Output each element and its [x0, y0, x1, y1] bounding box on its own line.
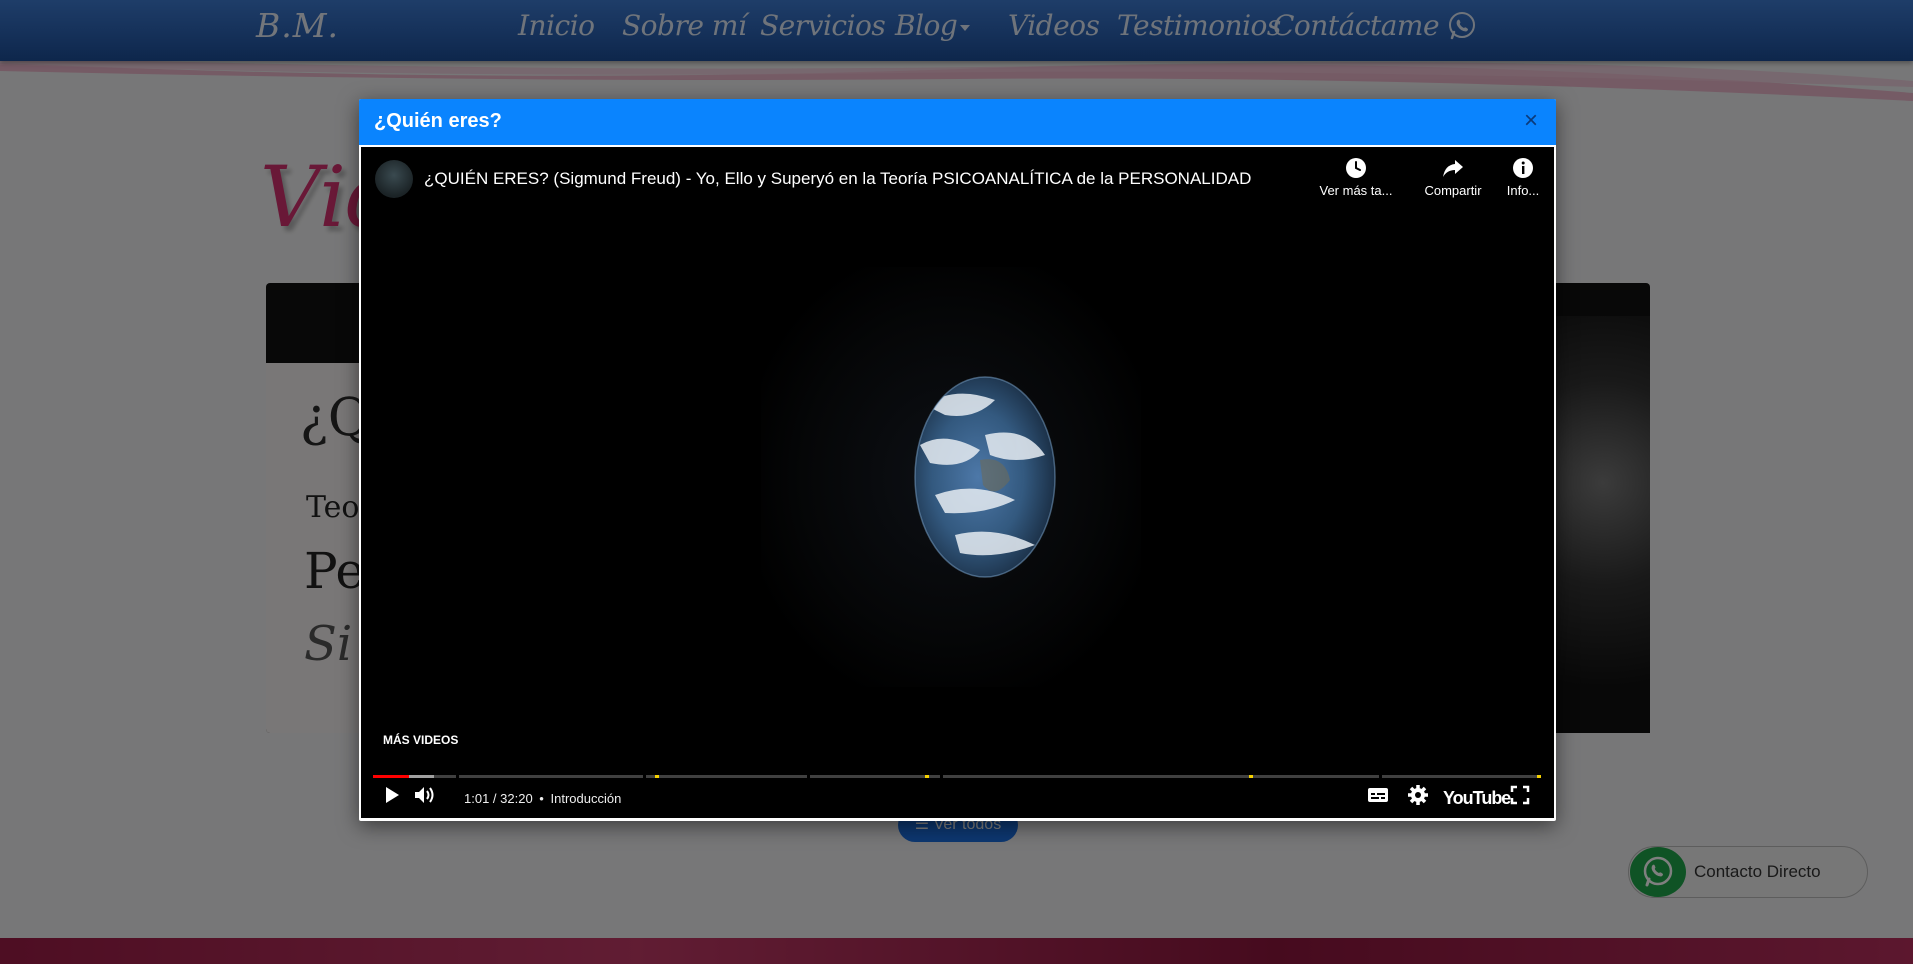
- chapter-marker: [925, 775, 929, 778]
- modal-title: ¿Quién eres?: [374, 110, 502, 132]
- progress-bar[interactable]: [373, 775, 1541, 778]
- progress-played: [373, 775, 410, 778]
- chapter-separator: •: [539, 791, 544, 806]
- video-title[interactable]: ¿QUIÉN ERES? (Sigmund Freud) - Yo, Ello …: [424, 169, 1251, 189]
- modal-header: ¿Quién eres? ×: [359, 99, 1556, 145]
- chapter-divider: [643, 775, 646, 778]
- time-display: 1:01 / 32:20 • Introducción: [464, 791, 621, 806]
- share-button[interactable]: Compartir: [1408, 157, 1498, 198]
- subtitles-icon[interactable]: [1366, 784, 1390, 806]
- earth-image: [914, 376, 1056, 578]
- youtube-logo[interactable]: YouTube: [1443, 788, 1511, 809]
- more-videos-button[interactable]: MÁS VIDEOS: [383, 733, 458, 747]
- chapter-title[interactable]: Introducción: [550, 791, 621, 806]
- time-current-duration: 1:01 / 32:20: [464, 791, 533, 806]
- play-icon[interactable]: [381, 784, 403, 806]
- info-button[interactable]: Info...: [1488, 157, 1554, 198]
- fullscreen-icon[interactable]: [1509, 784, 1531, 806]
- clock-icon: [1346, 158, 1366, 178]
- video-modal: ¿Quién eres? × ¿QUIÉN ERES? (Sigmund Fre…: [359, 99, 1556, 821]
- chapter-divider: [1379, 775, 1382, 778]
- chapter-marker: [655, 775, 659, 778]
- youtube-player[interactable]: ¿QUIÉN ERES? (Sigmund Freud) - Yo, Ello …: [361, 147, 1554, 818]
- volume-icon[interactable]: [413, 784, 439, 806]
- settings-gear-icon[interactable]: [1407, 784, 1429, 806]
- watch-later-label: Ver más ta...: [1319, 183, 1393, 198]
- chapter-marker: [1249, 775, 1253, 778]
- channel-avatar[interactable]: [375, 160, 413, 198]
- share-label: Compartir: [1424, 183, 1482, 198]
- share-icon: [1443, 160, 1463, 177]
- close-icon[interactable]: ×: [1524, 109, 1538, 133]
- info-icon: [1513, 158, 1533, 178]
- chapter-marker: [1537, 775, 1541, 778]
- chapter-divider: [807, 775, 810, 778]
- chapter-divider: [456, 775, 459, 778]
- info-label: Info...: [1506, 183, 1540, 198]
- watch-later-button[interactable]: Ver más ta...: [1311, 157, 1401, 198]
- chapter-divider: [940, 775, 943, 778]
